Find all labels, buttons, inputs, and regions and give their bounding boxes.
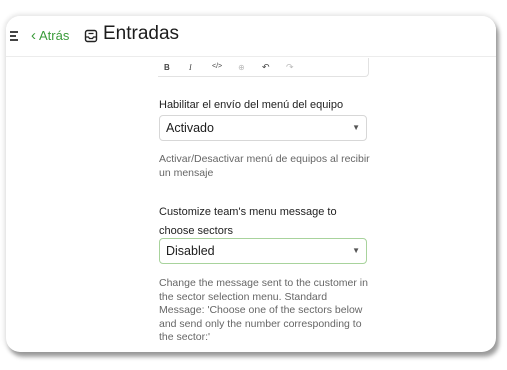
caret-down-icon: ▼ [352, 123, 360, 132]
back-link[interactable]: ‹ Atrás [31, 28, 69, 43]
customize-menu-help: Change the message sent to the customer … [159, 277, 368, 343]
chevron-left-icon: ‹ [31, 27, 36, 44]
bold-button[interactable]: B [164, 63, 170, 72]
team-menu-select-value: Activado [166, 121, 214, 135]
page-title: Entradas [103, 23, 180, 44]
link-button[interactable]: ⊕ [238, 63, 245, 72]
page-header: ‹ Atrás Entradas [6, 16, 496, 57]
hamburger-menu-icon[interactable] [10, 31, 18, 41]
team-menu-select[interactable]: Activado ▼ [159, 115, 367, 141]
editor-toolbar: B I </> ⊕ ↶ ↷ [158, 58, 369, 77]
customize-menu-select-value: Disabled [166, 244, 215, 258]
team-menu-label: Habilitar el envío del menú del equipo [159, 99, 344, 111]
back-label: Atrás [39, 28, 70, 43]
customize-menu-select[interactable]: Disabled ▼ [159, 238, 367, 264]
team-menu-help: Activar/Desactivar menú de equipos al re… [159, 153, 370, 179]
main-panel: ‹ Atrás Entradas B I </> ⊕ ↶ ↷ Habilitar… [6, 16, 496, 352]
undo-button[interactable]: ↶ [262, 62, 270, 73]
code-button[interactable]: </> [212, 63, 222, 70]
customize-menu-label: Customize team's menu message to choose … [159, 206, 337, 237]
redo-button[interactable]: ↷ [286, 62, 294, 73]
inbox-icon [84, 29, 98, 43]
italic-button[interactable]: I [189, 63, 192, 72]
caret-down-icon: ▼ [352, 246, 360, 255]
